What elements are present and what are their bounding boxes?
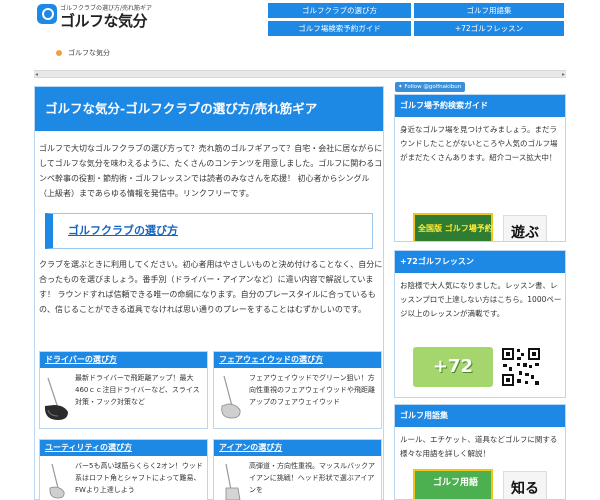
- card-iron: アイアンの選び方 高弾道・方向性重視。マッスルバックアイアンに挑戦！ヘッド形状で…: [213, 439, 382, 500]
- card-fairway-wood: フェアウェイウッドの選び方 フェアウェイウッドでグリーン狙い！方向性重視のフェア…: [213, 351, 382, 429]
- course-search-banner[interactable]: 全国版 ゴルフ場予約: [413, 213, 493, 241]
- card-utility-title[interactable]: ユーティリティの選び方: [40, 440, 207, 456]
- site-title[interactable]: ゴルフな気分: [60, 10, 148, 31]
- twitter-follow-button[interactable]: ✦ Follow @golfnakibun: [395, 82, 465, 92]
- card-iron-title[interactable]: アイアンの選び方: [214, 440, 381, 456]
- scroll-right-icon[interactable]: ▸: [562, 71, 565, 78]
- site-header: ゴルフクラブの選び方/売れ筋ギア ゴルフな気分 ゴルフクラブの選び方 ゴルフ用語…: [0, 0, 600, 42]
- card-fairway-wood-title[interactable]: フェアウェイウッドの選び方: [214, 352, 381, 368]
- lesson-banner-text: +72: [432, 356, 474, 377]
- logo-icon[interactable]: [37, 4, 57, 24]
- section-heading-box: ゴルフクラブの選び方: [45, 213, 373, 249]
- card-driver-text: 最新ドライバーで飛距離アップ！最大460ｃｃ注目ドライバーなど、スライス対策・フ…: [75, 374, 200, 406]
- card-driver: ドライバーの選び方 最新ドライバーで飛距離アップ！最大460ｃｃ注目ドライバーな…: [39, 351, 208, 429]
- page-title: ゴルフな気分-ゴルフクラブの選び方/売れ筋ギア: [35, 87, 383, 131]
- card-utility-text: バー5も高い球筋らくらく2オン！ウッド系はロフト角とシャフトによって難易、FWよ…: [75, 462, 203, 494]
- lesson-banner[interactable]: +72: [413, 347, 493, 387]
- main-content: ゴルフな気分-ゴルフクラブの選び方/売れ筋ギア ゴルフで大切なゴルフクラブの選び…: [34, 86, 384, 500]
- widget-lesson-title[interactable]: +72ゴルフレッスン: [395, 251, 565, 273]
- top-nav: ゴルフクラブの選び方 ゴルフ用語集 ゴルフ場検索予約ガイド +72ゴルフレッスン: [268, 3, 564, 37]
- play-badge-text: 遊ぶ: [511, 225, 539, 241]
- nav-club-selection[interactable]: ゴルフクラブの選び方: [268, 3, 411, 18]
- nav-course-search[interactable]: ゴルフ場検索予約ガイド: [268, 21, 411, 36]
- glossary-banner-text: ゴルフ用語: [433, 478, 479, 488]
- card-iron-text: 高弾道・方向性重視。マッスルバックアイアンに挑戦！ヘッド形状で選ぶアイアンを: [249, 462, 375, 494]
- widget-lesson: +72ゴルフレッスン お陰様で大人気になりました。レッスン書、レッスンプロで上達…: [394, 250, 566, 398]
- horizontal-scrollbar[interactable]: ◂ ▸: [34, 70, 566, 78]
- section-title-link[interactable]: ゴルフクラブの選び方: [68, 222, 178, 238]
- intro-text: ゴルフで大切なゴルフクラブの選び方って？売れ筋のゴルフギアって？自宅・会社に居な…: [39, 144, 383, 198]
- scroll-left-icon[interactable]: ◂: [35, 71, 38, 78]
- breadcrumb-bullet-icon: [56, 50, 62, 56]
- clubs-description: クラブを選ぶときに利用してください。初心者用はやさしいものと決め付けることなく、…: [39, 260, 383, 314]
- widget-glossary-title[interactable]: ゴルフ用語集: [395, 405, 565, 427]
- nav-lesson[interactable]: +72ゴルフレッスン: [414, 21, 564, 36]
- nav-glossary[interactable]: ゴルフ用語集: [414, 3, 564, 18]
- widget-course-search-title[interactable]: ゴルフ場予約検索ガイド: [395, 95, 565, 117]
- follow-label: Follow @golfnakibun: [404, 84, 462, 90]
- driver-image[interactable]: [40, 370, 80, 428]
- widget-lesson-text: お陰様で大人気になりました。レッスン書、レッスンプロで上達しない方はこちら。10…: [400, 281, 562, 318]
- widget-glossary-text: ルール、エチケット、道具などゴルフに関する様々な用語を詳しく解説！: [400, 435, 558, 458]
- card-fairway-wood-text: フェアウェイウッドでグリーン狙い！方向性重視のフェアウェイウッドや飛距離アップの…: [249, 374, 375, 406]
- qr-code-icon[interactable]: [501, 347, 541, 387]
- widget-course-search: ゴルフ場予約検索ガイド 身近なゴルフ場を見つけてみましょう。まだラウンドしたこと…: [394, 94, 566, 242]
- breadcrumb: ゴルフな気分: [56, 48, 110, 58]
- twitter-bird-icon: ✦: [398, 84, 403, 90]
- card-utility: ユーティリティの選び方 バー5も高い球筋らくらく2オン！ウッド系はロフト角とシャ…: [39, 439, 208, 500]
- learn-badge-text: 知る: [511, 481, 539, 497]
- widget-course-search-text: 身近なゴルフ場を見つけてみましょう。まだラウンドしたことがないところや人気のゴル…: [400, 125, 558, 162]
- fairway-wood-image[interactable]: [214, 370, 254, 428]
- glossary-banner[interactable]: ゴルフ用語: [413, 469, 493, 499]
- sidebar: ✦ Follow @golfnakibun ゴルフ場予約検索ガイド 身近なゴルフ…: [394, 78, 566, 500]
- utility-image[interactable]: [40, 458, 80, 500]
- widget-glossary: ゴルフ用語集 ルール、エチケット、道具などゴルフに関する様々な用語を詳しく解説！…: [394, 404, 566, 500]
- iron-image[interactable]: [214, 458, 254, 500]
- breadcrumb-home[interactable]: ゴルフな気分: [68, 49, 110, 57]
- learn-badge[interactable]: 知る: [503, 471, 547, 499]
- course-search-banner-text: 全国版 ゴルフ場予約: [418, 224, 493, 233]
- play-badge[interactable]: 遊ぶ: [503, 215, 547, 241]
- card-driver-title[interactable]: ドライバーの選び方: [40, 352, 207, 368]
